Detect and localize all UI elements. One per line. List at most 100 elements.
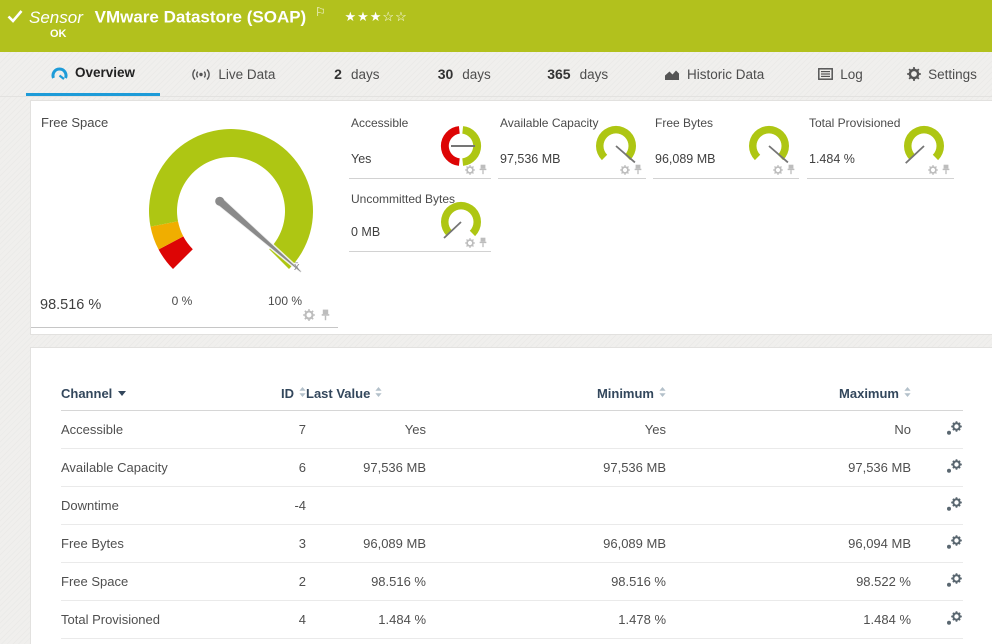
cell-id: 7 [251, 411, 306, 449]
gauge-title: Total Provisioned [809, 116, 900, 130]
gauge-dial [900, 121, 948, 169]
column-header-minimum[interactable]: Minimum [426, 378, 666, 411]
pin-icon[interactable] [787, 164, 795, 175]
cell-channel: Free Bytes [61, 525, 251, 563]
status-badge: OK [50, 28, 67, 40]
gear-icon[interactable] [773, 165, 783, 175]
mini-gauge-accessible: Accessible Yes [349, 111, 491, 179]
channel-settings-icon[interactable] [945, 534, 963, 550]
gear-icon[interactable] [465, 238, 475, 248]
cell-last-value: 0 MB [306, 639, 426, 644]
cell-maximum [666, 487, 911, 525]
table-row: Uncommitted Bytes 5 0 MB 0 MB 0 MB [61, 639, 963, 644]
tab-label: Log [840, 67, 863, 82]
channel-settings-icon[interactable] [945, 458, 963, 474]
pin-icon[interactable] [479, 237, 487, 248]
gauge-title: Free Space [41, 115, 108, 130]
gear-icon [907, 67, 921, 81]
cell-minimum: 97,536 MB [426, 449, 666, 487]
gauge-value: 0 MB [351, 225, 380, 239]
tab-settings[interactable]: Settings [892, 52, 992, 96]
tab-log[interactable]: Log [795, 52, 887, 96]
tab-historic-data[interactable]: Historic Data [639, 52, 789, 96]
gauge-value: 1.484 % [809, 152, 855, 166]
gear-icon[interactable] [620, 165, 630, 175]
cell-id: 5 [251, 639, 306, 644]
tab-overview[interactable]: Overview [26, 52, 160, 96]
gauge-value: 97,536 MB [500, 152, 560, 166]
mini-gauge-free-bytes: Free Bytes 96,089 MB [653, 111, 799, 179]
cell-minimum: 0 MB [426, 639, 666, 644]
gauge-value: 96,089 MB [655, 152, 715, 166]
table-row: Accessible 7 Yes Yes No [61, 411, 963, 449]
cell-minimum: 1.478 % [426, 601, 666, 639]
gauge-icon [51, 66, 68, 80]
tab-30-days[interactable]: 30 days [412, 52, 516, 96]
gauge-dial [437, 121, 485, 169]
cell-minimum: 98.516 % [426, 563, 666, 601]
gauge-title: Available Capacity [500, 116, 599, 130]
pin-icon[interactable] [942, 164, 950, 175]
flag-icon[interactable]: ⚐ [315, 5, 326, 19]
channel-settings-icon[interactable] [945, 420, 963, 436]
cell-channel: Downtime [61, 487, 251, 525]
gear-icon[interactable] [465, 165, 475, 175]
mini-gauge-available-capacity: Available Capacity 97,536 MB [498, 111, 646, 179]
pin-icon[interactable] [634, 164, 642, 175]
gauge-title: Free Bytes [655, 116, 713, 130]
gear-icon[interactable] [303, 309, 315, 321]
sensor-header: Sensor VMware Datastore (SOAP) ⚐ ★★★☆☆ O… [0, 0, 992, 52]
table-row: Downtime -4 [61, 487, 963, 525]
pin-icon[interactable] [321, 309, 330, 321]
prtg-sensor-page: Sensor VMware Datastore (SOAP) ⚐ ★★★☆☆ O… [0, 0, 992, 644]
priority-stars[interactable]: ★★★☆☆ [344, 9, 407, 24]
mini-gauge-total-provisioned: Total Provisioned 1.484 % [807, 111, 954, 179]
primary-gauge-free-space: Free Space 0 % 100 % x̄ 98.516 % [31, 101, 338, 328]
gauge-title: Accessible [351, 116, 408, 130]
cell-last-value [306, 487, 426, 525]
area-chart-icon [664, 68, 680, 81]
table-row: Total Provisioned 4 1.484 % 1.478 % 1.48… [61, 601, 963, 639]
cell-last-value: 96,089 MB [306, 525, 426, 563]
cell-maximum: 98.522 % [666, 563, 911, 601]
tab-label: days [462, 67, 491, 82]
column-header-maximum[interactable]: Maximum [666, 378, 911, 411]
cell-channel: Available Capacity [61, 449, 251, 487]
gauge-scale-min: 0 % [172, 294, 193, 308]
pin-icon[interactable] [479, 164, 487, 175]
table-row: Free Bytes 3 96,089 MB 96,089 MB 96,094 … [61, 525, 963, 563]
tab-2-days[interactable]: 2 days [307, 52, 407, 96]
column-header-last-value[interactable]: Last Value [306, 378, 426, 411]
channel-settings-icon[interactable] [945, 572, 963, 588]
mini-gauge-uncommitted-bytes: Uncommitted Bytes 0 MB [349, 187, 491, 252]
tab-bar: Overview Live Data 2 days 30 days 365 da… [0, 52, 992, 97]
tab-label: Overview [75, 65, 135, 80]
column-header-actions [911, 378, 963, 411]
cell-channel: Free Space [61, 563, 251, 601]
cell-channel: Total Provisioned [61, 601, 251, 639]
column-header-channel[interactable]: Channel [61, 378, 251, 411]
table-row: Free Space 2 98.516 % 98.516 % 98.522 % [61, 563, 963, 601]
cell-minimum: 96,089 MB [426, 525, 666, 563]
tab-live-data[interactable]: Live Data [165, 52, 301, 96]
gauge-average-marker: x̄ [294, 261, 300, 273]
sort-icon [299, 385, 306, 400]
page-title: VMware Datastore (SOAP) [95, 8, 307, 27]
gauge-dial [131, 123, 331, 288]
gear-icon[interactable] [928, 165, 938, 175]
tab-label: Historic Data [687, 67, 764, 82]
tab-label: days [580, 67, 609, 82]
tab-number: 30 [438, 66, 454, 82]
live-signal-icon [191, 68, 211, 81]
column-header-id[interactable]: ID [251, 378, 306, 411]
sort-icon [904, 385, 911, 400]
channel-settings-icon[interactable] [945, 610, 963, 626]
table-header-row: Channel ID Last Value Minimum Maximum [61, 378, 963, 411]
tab-365-days[interactable]: 365 days [522, 52, 634, 96]
gauge-value: 98.516 % [40, 297, 101, 313]
cell-last-value: 1.484 % [306, 601, 426, 639]
channel-settings-icon[interactable] [945, 496, 963, 512]
tab-label: Settings [928, 67, 977, 82]
sort-icon [375, 385, 382, 400]
cell-maximum: 96,094 MB [666, 525, 911, 563]
